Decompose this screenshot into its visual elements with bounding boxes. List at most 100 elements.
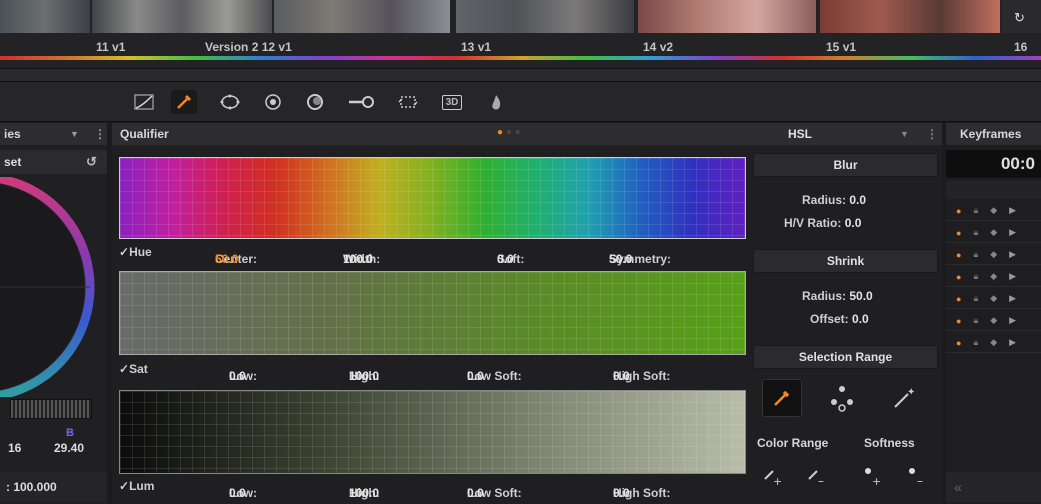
- diamond-icon[interactable]: ◆: [990, 337, 997, 348]
- clip-thumbnail[interactable]: [274, 0, 450, 33]
- keyframe-dot-icon[interactable]: ●: [956, 228, 961, 238]
- keyframe-dot-icon[interactable]: ●: [956, 250, 961, 260]
- sat-qualifier-graph[interactable]: [119, 271, 746, 355]
- lock-icon[interactable]: 🔒︎: [973, 337, 978, 348]
- diamond-icon[interactable]: ◆: [990, 293, 997, 304]
- keyframe-track-row[interactable]: ● 🔒︎ ◆ ▶: [946, 311, 1041, 331]
- fire-icon[interactable]: [483, 90, 509, 114]
- center-value[interactable]: 50.0: [215, 252, 238, 266]
- keyframe-dot-icon[interactable]: ●: [956, 294, 961, 304]
- hv-ratio-field[interactable]: H/V Ratio: 0.0: [784, 216, 861, 230]
- more-options-icon[interactable]: ⋮: [94, 127, 106, 141]
- cursor-selection-icon[interactable]: [824, 381, 860, 415]
- chevron-down-icon[interactable]: ▼: [900, 129, 909, 139]
- diamond-icon[interactable]: ◆: [990, 227, 997, 238]
- lum-checkbox[interactable]: ✓ Lum: [119, 479, 154, 493]
- expand-arrow-icon[interactable]: ▶: [1009, 205, 1016, 216]
- clip-label-15[interactable]: 15 v1: [826, 40, 856, 54]
- low-value[interactable]: 0.0: [229, 486, 246, 500]
- soft-value[interactable]: 0.0: [497, 252, 514, 266]
- color-picker-eyedropper-icon[interactable]: [762, 379, 802, 417]
- low-value[interactable]: 0.0: [229, 369, 246, 383]
- diamond-icon[interactable]: ◆: [990, 205, 997, 216]
- keyframe-track-row[interactable]: ● 🔒︎ ◆ ▶: [946, 245, 1041, 265]
- expand-arrow-icon[interactable]: ▶: [1009, 315, 1016, 326]
- color-wheel[interactable]: [0, 177, 107, 397]
- clip-label-12[interactable]: Version 2 12 v1: [205, 40, 292, 54]
- hue-checkbox[interactable]: ✓ Hue: [119, 245, 152, 259]
- highsoft-value[interactable]: 0.0: [613, 486, 630, 500]
- width-value[interactable]: 100.0: [343, 252, 373, 266]
- lock-icon[interactable]: 🔒︎: [973, 315, 978, 326]
- keyframe-track-row[interactable]: ● 🔒︎ ◆ ▶: [946, 289, 1041, 309]
- keyframes-ruler[interactable]: [946, 181, 1041, 199]
- refresh-icon[interactable]: ↻: [1014, 10, 1025, 26]
- expand-arrow-icon[interactable]: ▶: [1009, 249, 1016, 260]
- hue-qualifier-graph[interactable]: [119, 157, 746, 239]
- keyframe-dot-icon[interactable]: ●: [956, 316, 961, 326]
- lowsoft-value[interactable]: 0.0: [467, 486, 484, 500]
- lum-qualifier-graph[interactable]: [119, 390, 746, 474]
- sizing-icon[interactable]: [395, 90, 421, 114]
- page-indicator[interactable]: ● ● ●: [497, 127, 521, 138]
- window-icon[interactable]: [217, 90, 243, 114]
- offset-value[interactable]: 0.0: [852, 312, 869, 326]
- high-value[interactable]: 100.0: [349, 486, 379, 500]
- tracker-icon[interactable]: [260, 90, 286, 114]
- lock-icon[interactable]: 🔒︎: [973, 205, 978, 216]
- expand-arrow-icon[interactable]: ▶: [1009, 271, 1016, 282]
- reset-icon[interactable]: ↺: [86, 154, 97, 170]
- radius-value[interactable]: 0.0: [849, 193, 866, 207]
- keyframes-timecode[interactable]: 00:0: [946, 150, 1041, 178]
- clip-label-16[interactable]: 16: [1014, 40, 1027, 54]
- highsoft-value[interactable]: 0.0: [613, 369, 630, 383]
- jog-wheel[interactable]: [10, 399, 92, 419]
- symmetry-value[interactable]: 50.0: [609, 252, 632, 266]
- keyframe-dot-icon[interactable]: ●: [956, 206, 961, 216]
- more-options-icon[interactable]: ⋮: [926, 127, 938, 141]
- clip-label-13[interactable]: 13 v1: [461, 40, 491, 54]
- clip-label-14[interactable]: 14 v2: [643, 40, 673, 54]
- qualifier-eyedropper-icon[interactable]: [171, 90, 197, 114]
- radius-value[interactable]: 50.0: [849, 289, 872, 303]
- qualifier-mode-select[interactable]: HSL: [788, 127, 812, 141]
- keyframe-track-row[interactable]: ● 🔒︎ ◆ ▶: [946, 267, 1041, 287]
- 3d-icon[interactable]: 3D: [439, 90, 465, 114]
- lock-icon[interactable]: 🔒︎: [973, 271, 978, 282]
- clip-thumbnail[interactable]: [0, 0, 90, 33]
- keyframe-track-row[interactable]: ● 🔒︎ ◆ ▶: [946, 223, 1041, 243]
- hv-ratio-value[interactable]: 0.0: [845, 216, 862, 230]
- expand-arrow-icon[interactable]: ▶: [1009, 293, 1016, 304]
- magic-wand-icon[interactable]: ✦: [886, 381, 922, 415]
- clip-thumbnail[interactable]: [820, 0, 1000, 33]
- offset-field[interactable]: Offset: 0.0: [810, 312, 869, 326]
- keyframe-track-row[interactable]: ● 🔒︎ ◆ ▶: [946, 201, 1041, 221]
- shrink-radius-field[interactable]: Radius: 50.0: [802, 289, 873, 303]
- diamond-icon[interactable]: ◆: [990, 315, 997, 326]
- diamond-icon[interactable]: ◆: [990, 271, 997, 282]
- keyframe-dot-icon[interactable]: ●: [956, 338, 961, 348]
- blur-radius-field[interactable]: Radius: 0.0: [802, 193, 866, 207]
- subtract-softness-icon[interactable]: –: [904, 463, 930, 489]
- sat-checkbox[interactable]: ✓ Sat: [119, 362, 148, 376]
- clip-thumbnail[interactable]: [456, 0, 634, 33]
- diamond-icon[interactable]: ◆: [990, 249, 997, 260]
- add-softness-icon[interactable]: +: [860, 463, 886, 489]
- lock-icon[interactable]: 🔒︎: [973, 293, 978, 304]
- clip-label-11[interactable]: 11 v1: [96, 40, 125, 54]
- expand-arrow-icon[interactable]: ▶: [1009, 337, 1016, 348]
- chevron-down-icon[interactable]: ▼: [70, 129, 79, 139]
- expand-arrow-icon[interactable]: ▶: [1009, 227, 1016, 238]
- keyframe-dot-icon[interactable]: ●: [956, 272, 961, 282]
- high-value[interactable]: 100.0: [349, 369, 379, 383]
- keyframe-track-row[interactable]: ● 🔒︎ ◆ ▶: [946, 333, 1041, 353]
- blur-icon[interactable]: [302, 90, 328, 114]
- strip-scroll-area[interactable]: [0, 68, 1041, 82]
- lock-icon[interactable]: 🔒︎: [973, 249, 978, 260]
- lock-icon[interactable]: 🔒︎: [973, 227, 978, 238]
- collapse-left-icon[interactable]: «: [946, 472, 1041, 502]
- clip-thumbnail[interactable]: [92, 0, 272, 33]
- key-icon[interactable]: [344, 90, 378, 114]
- curves-icon[interactable]: [131, 90, 157, 114]
- lowsoft-value[interactable]: 0.0: [467, 369, 484, 383]
